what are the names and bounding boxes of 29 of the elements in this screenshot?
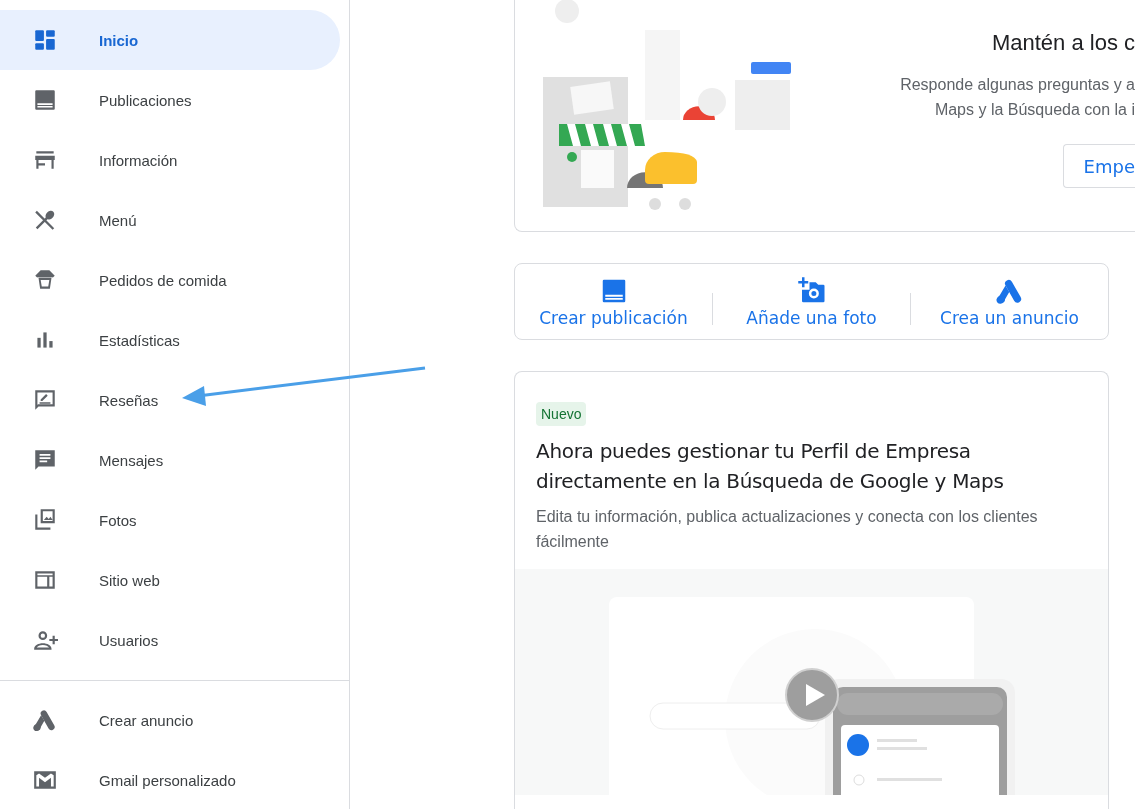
card-title: Mantén a los c <box>991 30 1135 56</box>
card-description: Maps y la Búsqueda con la i <box>934 100 1135 120</box>
sidebar-item[interactable]: Reseñas <box>0 370 340 430</box>
sidebar-item[interactable]: Información <box>0 130 340 190</box>
sidebar-item[interactable]: Gmail personalizado <box>0 750 340 809</box>
action-button[interactable]: Añade una foto <box>713 269 910 334</box>
photos-icon <box>32 507 58 533</box>
action-button[interactable]: Crear publicación <box>515 269 712 334</box>
news-description: Edita tu información, publica actualizaciones y conecta con los clientes fácilmente <box>536 507 1039 552</box>
sidebar-item[interactable]: Crear anuncio <box>0 690 340 750</box>
new-badge: Nuevo <box>536 402 587 426</box>
message-icon <box>32 447 58 473</box>
ads-logo-icon <box>32 707 58 733</box>
sidebar-item[interactable]: Mensajes <box>0 430 340 490</box>
sidebar-item[interactable]: Estadísticas <box>0 310 340 370</box>
sidebar-item[interactable]: Publicaciones <box>0 70 340 130</box>
start-button[interactable]: Empe <box>1062 144 1135 188</box>
dashboard-icon <box>32 27 58 53</box>
sidebar-item[interactable]: Menú <box>0 190 340 250</box>
card-description: Responde algunas preguntas y a <box>900 75 1135 95</box>
news-title: Ahora puedes gestionar tu Perfil de Empresa directamente en la Búsqueda de Google y Maps <box>536 438 1005 495</box>
sidebar-item[interactable]: Inicio <box>0 10 340 70</box>
sidebar-item[interactable]: Pedidos de comida <box>0 250 340 310</box>
sidebar-item[interactable]: Sitio web <box>0 550 340 610</box>
sidebar-item[interactable]: Usuarios <box>0 610 340 670</box>
review-icon <box>32 387 58 413</box>
article-icon <box>32 87 58 113</box>
sidebar-item[interactable]: Fotos <box>0 490 340 550</box>
action-button[interactable]: Crea un anuncio <box>911 269 1108 334</box>
